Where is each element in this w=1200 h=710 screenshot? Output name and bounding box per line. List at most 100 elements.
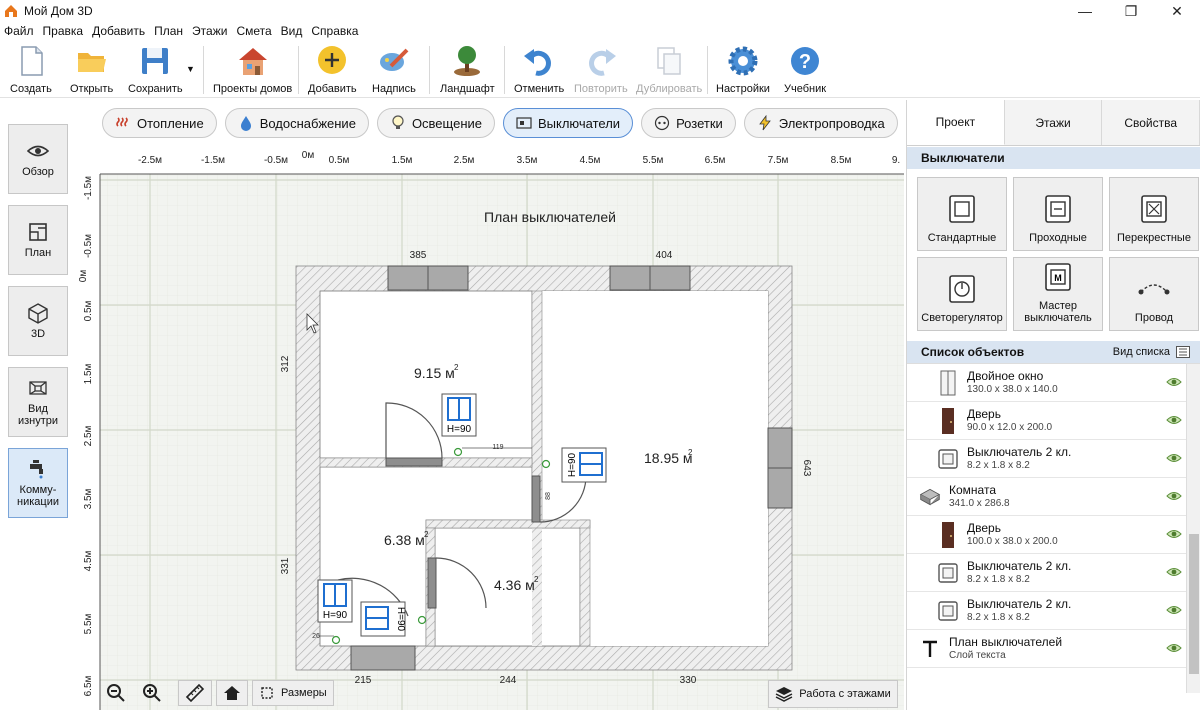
settings-button[interactable]: Настройки bbox=[716, 44, 770, 95]
tree-icon bbox=[454, 46, 481, 76]
tile-standard-switch[interactable]: Стандартные bbox=[917, 177, 1007, 251]
menu-estimate[interactable]: Смета bbox=[236, 24, 271, 38]
view-list-toggle[interactable]: Вид списка bbox=[1113, 346, 1190, 358]
close-icon[interactable]: ✕ bbox=[1154, 0, 1200, 22]
visibility-eye-icon[interactable] bbox=[1166, 414, 1182, 426]
tile-master-switch[interactable]: M Мастер выключатель bbox=[1013, 257, 1103, 331]
ruler-x-label: 3.5м bbox=[517, 155, 538, 166]
visibility-eye-icon[interactable] bbox=[1166, 566, 1182, 578]
menu-plan[interactable]: План bbox=[154, 24, 183, 38]
object-list-item[interactable]: Дверь 90.0 x 12.0 x 200.0 bbox=[907, 402, 1200, 440]
object-list-item[interactable]: План выключателей Слой текста bbox=[907, 630, 1200, 668]
ruler-y-label: 2.5м bbox=[83, 425, 94, 446]
tab-floors[interactable]: Этажи bbox=[1004, 100, 1103, 145]
category-wiring[interactable]: Электропроводка bbox=[743, 108, 898, 138]
nav-3d[interactable]: 3D bbox=[8, 286, 68, 356]
floors-button[interactable]: Работа с этажами bbox=[768, 680, 898, 708]
right-panel: Проект Этажи Свойства Выключатели Станда… bbox=[906, 100, 1200, 710]
redo-button[interactable]: Повторить bbox=[574, 44, 628, 95]
object-size: 130.0 x 38.0 x 140.0 bbox=[967, 384, 1058, 395]
object-list-item[interactable]: Двойное окно 130.0 x 38.0 x 140.0 bbox=[907, 364, 1200, 402]
floor-plan[interactable]: -2.5м -1.5м -0.5м 0м 0.5м 1.5м 2.5м 3.5м… bbox=[78, 146, 904, 710]
nav-overview[interactable]: Обзор bbox=[8, 124, 68, 194]
category-heating[interactable]: Отопление bbox=[102, 108, 217, 138]
menu-help[interactable]: Справка bbox=[311, 24, 358, 38]
home-button[interactable] bbox=[216, 680, 248, 706]
dimensions-button[interactable]: Размеры bbox=[252, 680, 334, 706]
category-water[interactable]: Водоснабжение bbox=[224, 108, 369, 138]
menu-floors[interactable]: Этажи bbox=[192, 24, 227, 38]
zoom-out-icon bbox=[107, 684, 125, 702]
house-projects-button[interactable]: Проекты домов bbox=[213, 44, 292, 95]
plan-title[interactable]: План выключателей bbox=[484, 209, 616, 225]
tile-pass-switch[interactable]: Проходные bbox=[1013, 177, 1103, 251]
menu-file[interactable]: Файл bbox=[4, 24, 34, 38]
save-button[interactable]: Сохранить bbox=[128, 44, 183, 95]
zoom-in-button[interactable] bbox=[136, 680, 168, 706]
menu-view[interactable]: Вид bbox=[281, 24, 303, 38]
menu-edit[interactable]: Правка bbox=[43, 24, 84, 38]
label-button[interactable]: Надпись bbox=[372, 44, 416, 95]
switch-marker[interactable]: H=90 bbox=[360, 601, 406, 637]
create-button[interactable]: Создать bbox=[10, 44, 52, 95]
object-list-item[interactable]: Выключатель 2 кл. 8.2 x 1.8 x 8.2 bbox=[907, 554, 1200, 592]
tile-wire[interactable]: Провод bbox=[1109, 257, 1199, 331]
tab-project[interactable]: Проект bbox=[907, 100, 1005, 145]
landscape-button[interactable]: Ландшафт bbox=[440, 44, 495, 95]
minimize-icon[interactable]: — bbox=[1062, 0, 1108, 22]
nav-inside-view[interactable]: Вид изнутри bbox=[8, 367, 68, 437]
toolbar-separator bbox=[203, 46, 204, 94]
menu-add[interactable]: Добавить bbox=[92, 24, 145, 38]
visibility-eye-icon[interactable] bbox=[1166, 528, 1182, 540]
ruler-button[interactable] bbox=[178, 680, 212, 706]
tile-dimmer[interactable]: Светорегулятор bbox=[917, 257, 1007, 331]
tutorial-button[interactable]: ? Учебник bbox=[784, 44, 826, 95]
object-name: Дверь bbox=[967, 407, 1001, 421]
object-list-item[interactable]: Выключатель 2 кл. 8.2 x 1.8 x 8.2 bbox=[907, 440, 1200, 478]
room-area-label: 4.36 м bbox=[494, 577, 535, 593]
dimension-label: 26 bbox=[312, 633, 320, 640]
ruler-y-label: 0.5м bbox=[83, 300, 94, 321]
add-button[interactable]: Добавить bbox=[308, 44, 357, 95]
dimension-label: 88 bbox=[545, 492, 552, 500]
zoom-out-button[interactable] bbox=[100, 680, 132, 706]
tab-properties[interactable]: Свойства bbox=[1102, 100, 1200, 145]
room-area-label: 6.38 м bbox=[384, 532, 425, 548]
open-button[interactable]: Открыть bbox=[70, 44, 113, 95]
object-list-item[interactable]: Дверь 100.0 x 38.0 x 200.0 bbox=[907, 516, 1200, 554]
toolbar-separator bbox=[429, 46, 430, 94]
visibility-eye-icon[interactable] bbox=[1166, 604, 1182, 616]
maximize-icon[interactable]: ❐ bbox=[1108, 0, 1154, 22]
visibility-eye-icon[interactable] bbox=[1166, 376, 1182, 388]
dimension-label: 215 bbox=[355, 675, 372, 686]
object-list-item[interactable]: Выключатель 2 кл. 8.2 x 1.8 x 8.2 bbox=[907, 592, 1200, 630]
room-area-label: 18.95 м bbox=[644, 450, 693, 466]
title-bar: Мой Дом 3D — ❐ ✕ bbox=[0, 0, 1200, 22]
visibility-eye-icon[interactable] bbox=[1166, 490, 1182, 502]
tile-cross-switch[interactable]: Перекрестные bbox=[1109, 177, 1199, 251]
plan-canvas[interactable]: -2.5м -1.5м -0.5м 0м 0.5м 1.5м 2.5м 3.5м… bbox=[78, 146, 904, 710]
pass-switch-icon bbox=[1045, 195, 1071, 223]
category-switches[interactable]: Выключатели bbox=[503, 108, 634, 138]
undo-button[interactable]: Отменить bbox=[514, 44, 564, 95]
nav-plan[interactable]: План bbox=[8, 205, 68, 275]
ruler-y-label: 4.5м bbox=[83, 550, 94, 571]
switch-marker[interactable]: H=90 bbox=[561, 447, 607, 483]
switch-marker[interactable]: H=90 bbox=[317, 579, 353, 623]
visibility-eye-icon[interactable] bbox=[1166, 642, 1182, 654]
object-list-item[interactable]: Комната 341.0 x 286.8 bbox=[907, 478, 1200, 516]
plus-icon bbox=[318, 46, 347, 74]
save-dropdown-icon[interactable]: ▼ bbox=[186, 64, 195, 74]
category-sockets[interactable]: Розетки bbox=[641, 108, 736, 138]
ruler-y-label: 5.5м bbox=[83, 613, 94, 634]
object-list: Двойное окно 130.0 x 38.0 x 140.0 Дверь 90.… bbox=[907, 363, 1200, 693]
visibility-eye-icon[interactable] bbox=[1166, 452, 1182, 464]
nav-communications[interactable]: Комму-никации bbox=[8, 448, 68, 518]
duplicate-button[interactable]: Дублировать bbox=[636, 44, 702, 95]
dimensions-icon bbox=[261, 687, 273, 699]
category-lighting[interactable]: Освещение bbox=[376, 108, 495, 138]
svg-text:?: ? bbox=[799, 51, 811, 73]
switch-marker[interactable]: H=90 bbox=[441, 393, 477, 437]
room-area-sup: 2 bbox=[454, 363, 459, 372]
object-list-scrollbar[interactable] bbox=[1186, 364, 1200, 693]
